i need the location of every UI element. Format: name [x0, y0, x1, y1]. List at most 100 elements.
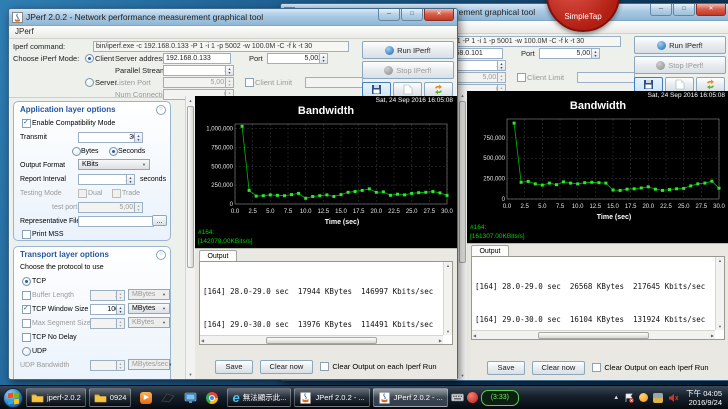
laptop-icon[interactable] — [161, 392, 175, 404]
clear-graph-button[interactable] — [665, 77, 694, 92]
test-port-field[interactable]: 5,001 — [78, 202, 140, 213]
output-hscrollbar[interactable] — [200, 335, 443, 344]
titlebar[interactable]: JPerf 2.0.2 - Network performance measur… — [9, 9, 457, 26]
clear-now-button[interactable]: Clear now — [532, 361, 586, 375]
max-segment-size-checkbox[interactable] — [22, 319, 31, 328]
max-segment-size-spinner[interactable] — [116, 318, 125, 329]
collapse-icon[interactable]: ○ — [156, 250, 166, 260]
client-radio[interactable] — [85, 54, 94, 63]
client-limit-field[interactable] — [577, 72, 635, 83]
minimize-button[interactable]: ─ — [650, 4, 672, 16]
tcp-no-delay-checkbox[interactable] — [22, 333, 31, 342]
scrollbar-thumb[interactable] — [459, 101, 466, 263]
clear-now-button[interactable]: Clear now — [260, 360, 314, 374]
server-radio[interactable] — [85, 78, 94, 87]
stop-iperf-button[interactable]: Stop IPerf! — [634, 56, 726, 74]
listen-port-spinner[interactable] — [497, 72, 506, 83]
trade-checkbox[interactable] — [112, 189, 121, 198]
battery-indicator[interactable]: (3:33) — [481, 390, 519, 406]
stop-iperf-button[interactable]: Stop IPerf! — [362, 61, 454, 79]
taskbar-clock[interactable]: 下午 04:05 2016/9/24 — [686, 389, 722, 407]
seconds-radio[interactable] — [109, 147, 118, 156]
simpletap-tray-icon[interactable] — [467, 392, 478, 403]
refresh-button[interactable] — [696, 77, 725, 92]
tcp-radio[interactable] — [22, 277, 31, 286]
scrollbar-thumb[interactable] — [266, 337, 376, 344]
udp-bandwidth-spinner[interactable] — [116, 360, 125, 371]
representative-file-field[interactable] — [78, 216, 154, 227]
output-text[interactable]: [164] 28.0-29.0 sec 26568 KBytes 217645 … — [475, 259, 713, 329]
report-interval-spinner[interactable] — [126, 174, 135, 185]
windows-update-tray-icon[interactable] — [653, 393, 663, 403]
chrome-icon[interactable] — [206, 392, 218, 404]
browse-button[interactable]: ... — [152, 215, 167, 226]
port-spinner[interactable] — [319, 53, 328, 64]
scrollbar-thumb[interactable] — [187, 106, 194, 268]
parallel-streams-field[interactable]: 1 — [163, 65, 231, 76]
save-graph-button[interactable] — [634, 77, 663, 92]
print-mss-checkbox[interactable] — [22, 230, 31, 239]
taskbar-folder-jperf[interactable]: jperf-2.0.2 — [26, 388, 86, 407]
server-address-field[interactable]: 192.168.0.133 — [163, 53, 231, 64]
dual-checkbox[interactable] — [78, 189, 87, 198]
maximize-button[interactable]: □ — [673, 4, 695, 16]
buffer-length-spinner[interactable] — [116, 290, 125, 301]
collapse-icon[interactable]: ○ — [156, 105, 166, 115]
show-hidden-icons-arrow[interactable]: ▲ — [613, 395, 619, 401]
output-text[interactable]: [164] 28.0-29.0 sec 17944 KBytes 146997 … — [203, 264, 441, 334]
output-vscrollbar[interactable] — [715, 257, 724, 330]
start-button[interactable] — [3, 388, 23, 408]
clear-output-checkbox[interactable] — [320, 362, 329, 371]
close-button[interactable]: ✕ — [696, 4, 726, 16]
output-hscrollbar[interactable] — [472, 330, 715, 339]
listen-port-field[interactable]: 5,001 — [163, 77, 231, 88]
compat-mode-checkbox[interactable] — [22, 119, 31, 128]
buffer-length-checkbox[interactable] — [22, 291, 31, 300]
udp-bandwidth-unit-dropdown[interactable]: MBytes/sec — [128, 359, 170, 370]
transmit-field[interactable]: 30 — [78, 132, 140, 143]
test-port-spinner[interactable] — [134, 202, 143, 213]
run-iperf-button[interactable]: Run IPerf! — [362, 41, 454, 59]
udp-radio[interactable] — [22, 347, 31, 356]
keyboard-icon[interactable] — [451, 393, 464, 402]
save-output-button[interactable]: Save — [215, 360, 252, 374]
clear-graph-button[interactable] — [393, 82, 422, 97]
audio-muted-icon[interactable] — [668, 393, 679, 403]
parallel-streams-spinner[interactable] — [497, 60, 506, 71]
port-field[interactable]: 5,001 — [539, 48, 597, 59]
client-limit-checkbox[interactable] — [245, 78, 254, 87]
max-segment-size-unit-dropdown[interactable]: KBytes — [128, 317, 170, 328]
output-vscrollbar[interactable] — [443, 262, 452, 335]
output-format-dropdown[interactable]: KBits — [78, 159, 150, 170]
save-graph-button[interactable] — [362, 82, 391, 97]
port-field[interactable]: 5,002 — [267, 53, 325, 64]
jperf-window-front[interactable]: JPerf 2.0.2 - Network performance measur… — [8, 8, 458, 380]
close-button[interactable]: ✕ — [424, 9, 454, 21]
action-center-flag-icon[interactable] — [624, 393, 634, 403]
taskbar-ie-page[interactable]: e 無法顯示此... — [227, 388, 291, 407]
tcp-window-size-unit-dropdown[interactable]: MBytes — [128, 303, 170, 314]
refresh-button[interactable] — [424, 82, 453, 97]
taskbar-jperf-window-1[interactable]: JPerf 2.0.2 - ... — [294, 388, 369, 407]
tcp-window-size-spinner[interactable] — [116, 304, 125, 315]
menu-jperf[interactable]: JPerf — [15, 27, 34, 36]
maximize-button[interactable]: □ — [401, 9, 423, 21]
media-player-icon[interactable]: ▶ — [140, 392, 152, 404]
options-scrollbar[interactable] — [185, 96, 195, 379]
monitor-icon[interactable] — [184, 392, 197, 404]
minimize-button[interactable]: ─ — [378, 9, 400, 21]
report-interval-field[interactable]: 1 — [78, 174, 132, 185]
parallel-streams-spinner[interactable] — [225, 65, 234, 76]
bytes-radio[interactable] — [72, 147, 81, 156]
client-limit-checkbox[interactable] — [517, 73, 526, 82]
listen-port-spinner[interactable] — [225, 77, 234, 88]
tcp-window-size-checkbox[interactable] — [22, 305, 31, 314]
tray-app-icon[interactable] — [639, 393, 648, 402]
iperf-command-field[interactable]: bin/iperf.exe -c 192.168.0.133 -P 1 -i 1… — [93, 41, 349, 52]
options-scrollbar[interactable] — [457, 91, 467, 380]
taskbar-jperf-window-2[interactable]: JPerf 2.0.2 - ... — [373, 388, 448, 407]
client-limit-field[interactable] — [305, 77, 363, 88]
port-spinner[interactable] — [591, 48, 600, 59]
save-output-button[interactable]: Save — [487, 361, 524, 375]
transmit-spinner[interactable] — [134, 132, 143, 143]
